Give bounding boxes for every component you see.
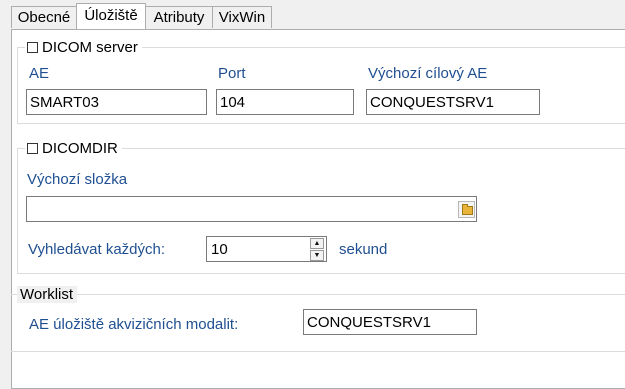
scan-interval-label: Vyhledávat každých: — [28, 241, 166, 258]
dicomdir-checkbox[interactable] — [27, 143, 38, 154]
ae-label: AE — [29, 65, 50, 82]
tab-label: VixWin — [218, 9, 266, 26]
modality-storage-ae-input[interactable] — [303, 309, 477, 335]
tab-uloziste[interactable]: Úložiště — [76, 3, 146, 29]
dicom-server-checkbox[interactable] — [27, 42, 38, 53]
tab-label: Úložiště — [84, 7, 138, 24]
tab-label: Atributy — [153, 9, 205, 26]
ae-input[interactable] — [26, 89, 207, 115]
tab-atributy[interactable]: Atributy — [145, 6, 213, 28]
folder-icon — [462, 204, 473, 215]
default-target-ae-label: Výchozí cílový AE — [368, 65, 488, 82]
modality-storage-ae-label: AE úložiště akvizičních modalit: — [29, 316, 239, 333]
default-folder-label: Výchozí složka — [27, 171, 128, 188]
scan-unit-label: sekund — [339, 241, 388, 258]
dicom-server-title: DICOM server — [42, 39, 138, 56]
dicomdir-title: DICOMDIR — [42, 140, 118, 157]
default-folder-input[interactable] — [26, 196, 477, 222]
dicom-server-header: DICOM server — [25, 39, 142, 56]
port-label: Port — [218, 65, 246, 82]
default-target-ae-input[interactable] — [366, 89, 540, 115]
tab-obecne[interactable]: Obecné — [11, 6, 77, 28]
tab-label: Obecné — [17, 9, 71, 26]
spin-down-button[interactable]: ▼ — [310, 250, 324, 261]
port-input[interactable] — [216, 89, 354, 115]
spin-up-button[interactable]: ▲ — [310, 238, 324, 249]
worklist-title: Worklist — [17, 286, 78, 303]
browse-folder-button[interactable] — [458, 201, 475, 218]
dicomdir-header: DICOMDIR — [25, 140, 122, 157]
scan-interval-input[interactable] — [206, 236, 327, 262]
tab-vixwin[interactable]: VixWin — [212, 6, 272, 28]
